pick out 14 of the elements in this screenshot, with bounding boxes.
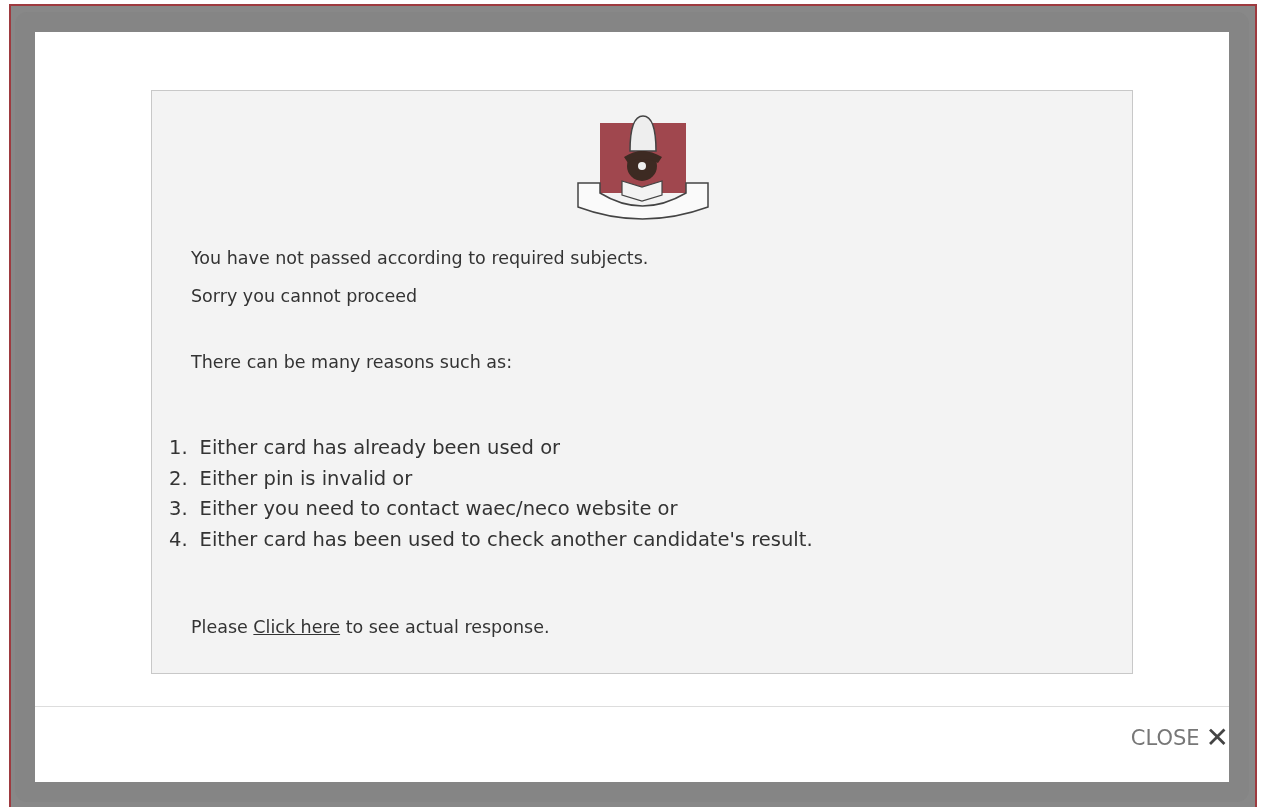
click-here-link[interactable]: Click here (253, 617, 341, 637)
list-number: 4. (169, 526, 188, 553)
reason-text: Either pin is invalid or (199, 465, 413, 492)
reason-text: Either card has already been used or (199, 435, 561, 461)
message-text: You have not passed according to required subjects. (191, 247, 650, 270)
reasons-intro: There can be many reasons such as: (191, 351, 514, 374)
reason-text: Either card has been used to check another candidate's result. (199, 526, 813, 553)
list-number: 3. (169, 496, 188, 522)
reason-text: Either you need to contact waec/neco website or (199, 496, 678, 522)
message-text: Sorry you cannot proceed (191, 285, 419, 308)
list-number: 1. (169, 435, 188, 461)
list-number: 2. (169, 465, 188, 492)
response-note: Please Click here to see actual response. (191, 617, 551, 637)
close-button[interactable]: CLOSE ✕ (1130, 721, 1229, 754)
